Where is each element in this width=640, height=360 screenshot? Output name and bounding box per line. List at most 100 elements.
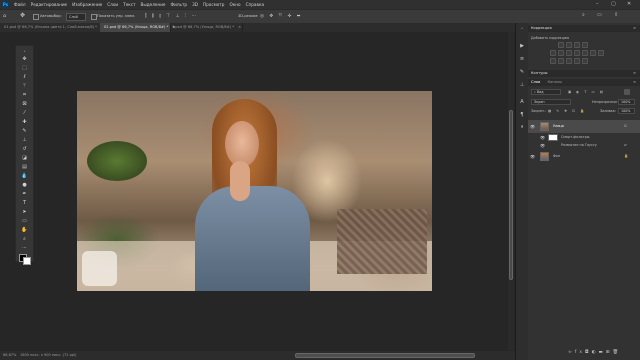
lasso-icon[interactable]: ℓ — [20, 74, 29, 81]
layer-name[interactable]: Смарт-фильтры — [561, 135, 589, 139]
menu-filter[interactable]: Фильтр — [171, 2, 188, 7]
history-brush-icon[interactable]: ↺ — [20, 146, 29, 153]
vertical-scrollbar[interactable] — [508, 32, 514, 350]
eraser-icon[interactable]: ◪ — [20, 155, 29, 162]
menu-view[interactable]: Просмотр — [203, 2, 225, 7]
scroll-thumb[interactable] — [509, 110, 513, 280]
layer-row-smart-filters[interactable]: 👁 Смарт-фильтры — [528, 133, 640, 142]
brush-settings-icon[interactable]: ✎ — [518, 69, 526, 76]
color-balance-icon[interactable] — [566, 50, 572, 56]
pen-icon[interactable]: ✒ — [20, 191, 29, 198]
invert-icon[interactable] — [550, 58, 556, 64]
layer-filter-select[interactable]: ⌕ Вид — [531, 89, 561, 95]
layer-row-gaussian-blur[interactable]: 👁 Размытие по Гауссу ⇌ — [528, 142, 640, 150]
3d-mode-icons[interactable]: ◎ ✥ ⤧ ✣ ⬌ — [260, 13, 303, 19]
adjustment-layer-icon[interactable]: ◐ — [592, 350, 599, 355]
stamp-icon[interactable]: ⊥ — [20, 137, 29, 144]
posterize-icon[interactable] — [558, 58, 564, 64]
toolbar-collapse-icon[interactable]: » — [20, 48, 29, 55]
move-tool-icon[interactable]: ✥ — [20, 12, 25, 19]
tab-layers[interactable]: Слои — [531, 80, 540, 84]
healing-icon[interactable]: ✚ — [20, 119, 29, 126]
close-icon[interactable]: ✕ — [627, 1, 631, 7]
lock-icons[interactable]: ▦ ✎ ✥ ⊡ 🔒 — [548, 109, 586, 113]
magic-wand-icon[interactable]: ⚚ — [20, 83, 29, 90]
tab-document-3[interactable]: 3.psd @ 66,7% (Улица, RGB/8#) * × — [168, 23, 243, 32]
exposure-icon[interactable] — [582, 42, 588, 48]
auto-select-checkbox[interactable] — [33, 14, 39, 20]
home-icon[interactable]: ⌂ — [3, 13, 6, 19]
collapse-panels-icon[interactable]: « — [518, 25, 526, 32]
filter-mask-thumbnail[interactable] — [548, 134, 558, 141]
type-icon[interactable]: T — [20, 200, 29, 207]
minimize-icon[interactable]: – — [596, 1, 599, 7]
layer-filter-icons[interactable]: ▣ ◐ T ▭ ▤ — [568, 90, 605, 94]
visibility-eye-icon[interactable]: 👁 — [540, 143, 545, 148]
layer-row-background[interactable]: 👁 Фон 🔒 — [528, 150, 640, 163]
menu-3d[interactable]: 3D — [192, 2, 198, 7]
zoom-icon[interactable]: ⌕ — [20, 236, 29, 243]
move-icon[interactable]: ✥ — [20, 56, 29, 63]
visibility-eye-icon[interactable]: 👁 — [530, 124, 535, 129]
hand-icon[interactable]: ✋ — [20, 227, 29, 234]
glyphs-icon[interactable]: ª — [518, 125, 526, 132]
background-color-swatch[interactable] — [23, 257, 31, 265]
brightness-icon[interactable] — [558, 42, 564, 48]
paragraph-icon[interactable]: ¶ — [518, 112, 526, 119]
dodge-icon[interactable]: ● — [20, 182, 29, 189]
workspace-icon[interactable]: ▭ — [597, 12, 602, 18]
layer-style-icon[interactable]: fx — [575, 350, 585, 355]
layer-row-street[interactable]: 👁 Улица ⊡ — [528, 120, 640, 133]
align-icons[interactable]: ⫿ ⫼ ⫾ ⊤ ⊥ ⫶ ⋯ — [145, 13, 198, 19]
frame-icon[interactable]: ⊠ — [20, 101, 29, 108]
new-layer-icon[interactable]: ⊞ — [606, 350, 613, 355]
maximize-icon[interactable]: ▢ — [611, 1, 616, 7]
opacity-input[interactable]: 100% — [618, 99, 635, 105]
menu-window[interactable]: Окно — [229, 2, 240, 7]
link-layers-icon[interactable]: ∞ — [568, 350, 575, 355]
zoom-level[interactable]: 66,67% — [3, 353, 16, 357]
tab-channels[interactable]: Каналы — [548, 80, 562, 84]
eyedropper-icon[interactable]: ⁄ — [20, 110, 29, 117]
layer-name[interactable]: Улица — [553, 124, 564, 128]
curves-icon[interactable] — [574, 42, 580, 48]
tab-document-1[interactable]: 01.psd @ 66,7% (Ульяна цвета 1, Слой-мас… — [0, 23, 104, 32]
panel-menu-icon[interactable]: ≡ — [633, 79, 636, 86]
group-icon[interactable]: ▬ — [599, 350, 606, 355]
panel-menu-icon[interactable]: ≡ — [633, 70, 636, 77]
character-icon[interactable]: A — [518, 99, 526, 106]
search-icon[interactable]: ⌕ — [582, 12, 585, 18]
blend-mode-select[interactable]: Экран — [531, 99, 571, 105]
crop-icon[interactable]: ⌗ — [20, 92, 29, 99]
properties-icon[interactable]: ≡ — [518, 56, 526, 63]
filter-toggle-icon[interactable] — [624, 89, 630, 95]
target-select[interactable]: Слой — [66, 13, 86, 21]
brush-icon[interactable]: ✎ — [20, 128, 29, 135]
hue-saturation-icon[interactable] — [558, 50, 564, 56]
fill-input[interactable]: 100% — [618, 108, 635, 114]
channel-mixer-icon[interactable] — [590, 50, 596, 56]
scroll-thumb[interactable] — [295, 353, 475, 358]
horizontal-scrollbar[interactable] — [100, 352, 510, 359]
marquee-icon[interactable]: ⬚ — [20, 65, 29, 72]
delete-layer-icon[interactable]: 🗑 — [613, 350, 622, 355]
selective-color-icon[interactable] — [582, 58, 588, 64]
menu-edit[interactable]: Редактирование — [31, 2, 68, 7]
visibility-eye-icon[interactable]: 👁 — [540, 135, 545, 140]
menu-image[interactable]: Изображение — [72, 2, 102, 7]
rectangle-icon[interactable]: ▭ — [20, 218, 29, 225]
threshold-icon[interactable] — [566, 58, 572, 64]
menu-file[interactable]: Файл — [14, 2, 26, 7]
menu-layers[interactable]: Слои — [107, 2, 118, 7]
visibility-eye-icon[interactable]: 👁 — [530, 154, 535, 159]
play-actions-icon[interactable]: ▶ — [518, 43, 526, 50]
color-lookup-icon[interactable] — [598, 50, 604, 56]
tab-document-2[interactable]: 02.psd @ 66,7% (Улица, RGB/8#) * × — [100, 23, 175, 32]
clone-source-icon[interactable]: ⊥ — [518, 82, 526, 89]
blur-icon[interactable]: 💧 — [20, 173, 29, 180]
photo-filter-icon[interactable] — [582, 50, 588, 56]
path-select-icon[interactable]: ➤ — [20, 209, 29, 216]
corrections-panel-header[interactable]: Коррекция ≡ — [528, 25, 640, 32]
menu-help[interactable]: Справка — [246, 2, 264, 7]
filter-options-icon[interactable]: ⇌ — [624, 143, 627, 147]
